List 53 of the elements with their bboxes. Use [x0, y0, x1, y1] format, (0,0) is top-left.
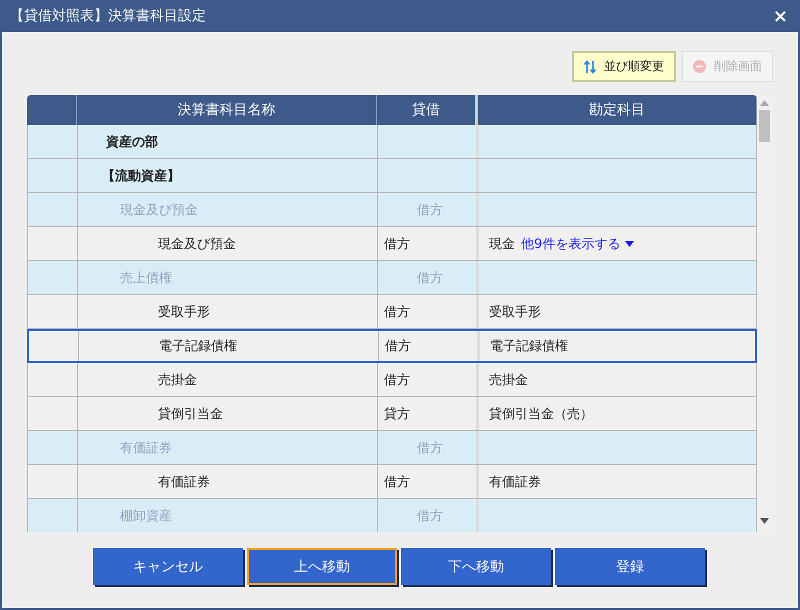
- scroll-down-icon[interactable]: [760, 518, 769, 524]
- column-header: 勘定科目: [589, 101, 645, 119]
- caret-icon: [625, 240, 634, 246]
- table-cell-text: 受取手形: [158, 304, 210, 320]
- dialog-button[interactable]: 下へ移動: [401, 548, 551, 585]
- table-cell-text: 借方: [384, 474, 410, 490]
- table-cell-text: 借方: [417, 202, 443, 218]
- table-cell-text: 電子記録債権: [159, 338, 237, 355]
- table-cell-text: 棚卸資産: [120, 508, 172, 524]
- table-cell-text: 受取手形: [489, 304, 541, 320]
- dialog-button[interactable]: キャンセル: [93, 548, 243, 585]
- table-cell-text: 借方: [384, 236, 410, 252]
- table-row[interactable]: 資産の部: [27, 125, 757, 159]
- table-cell-text: 現金: [489, 236, 515, 252]
- window-title: 【貸借対照表】決算書科目設定: [10, 7, 206, 25]
- up-down-arrows-icon: [584, 60, 596, 74]
- table-cell-text: 資産の部: [106, 134, 158, 150]
- table-cell-text: 借方: [417, 508, 443, 524]
- table-cell-text: 【流動資産】: [102, 168, 180, 184]
- sort-button[interactable]: 並び順変更: [572, 51, 676, 82]
- table-row[interactable]: 有価証券 借方 有価証券: [27, 465, 757, 499]
- table-cell-text: 売掛金: [489, 372, 528, 388]
- table-cell-text: 現金及び預金: [120, 202, 198, 218]
- minus-circle-icon: [693, 60, 706, 73]
- table-row[interactable]: 電子記録債権 借方 電子記録債権: [27, 329, 757, 363]
- table-cell-text: 貸倒引当金（売）: [489, 406, 593, 422]
- table-cell-text: 有価証券: [158, 474, 210, 490]
- scrollbar-thumb[interactable]: [759, 110, 770, 142]
- table-cell-text: 貸倒引当金: [158, 406, 223, 422]
- dialog-button[interactable]: 上へ移動: [247, 548, 397, 585]
- table-cell-text: 売掛金: [158, 372, 197, 388]
- table-row[interactable]: 売掛金 借方 売掛金: [27, 363, 757, 397]
- table-cell-text: 借方: [417, 270, 443, 286]
- column-header: 決算書科目名称: [178, 101, 276, 119]
- table-cell-text: 売上債権: [120, 270, 172, 286]
- table-row[interactable]: 【流動資産】: [27, 159, 757, 193]
- close-button[interactable]: ×: [768, 6, 792, 26]
- table-row[interactable]: 受取手形 借方 受取手形: [27, 295, 757, 329]
- scroll-up-icon[interactable]: [760, 100, 769, 106]
- table-cell-text: 電子記録債権: [490, 338, 568, 355]
- table-cell-text: 有価証券: [120, 440, 172, 456]
- column-header: 貸借: [412, 101, 440, 119]
- table-cell-text: 借方: [385, 338, 411, 355]
- table-cell-text: 現金及び預金: [158, 236, 236, 252]
- table-cell-text: 借方: [384, 304, 410, 320]
- table-row[interactable]: 貸倒引当金 貸方 貸倒引当金（売）: [27, 397, 757, 431]
- table-cell-text: 借方: [417, 440, 443, 456]
- show-more-link[interactable]: 他9件を表示する: [521, 234, 634, 252]
- table-cell-text: 有価証券: [489, 474, 541, 490]
- dialog-button[interactable]: 登録: [555, 548, 705, 585]
- table-cell-text: 貸方: [384, 406, 410, 422]
- table-row[interactable]: 現金及び預金 借方 現金 他9件を表示する: [27, 227, 757, 261]
- table-cell-text: 借方: [384, 372, 410, 388]
